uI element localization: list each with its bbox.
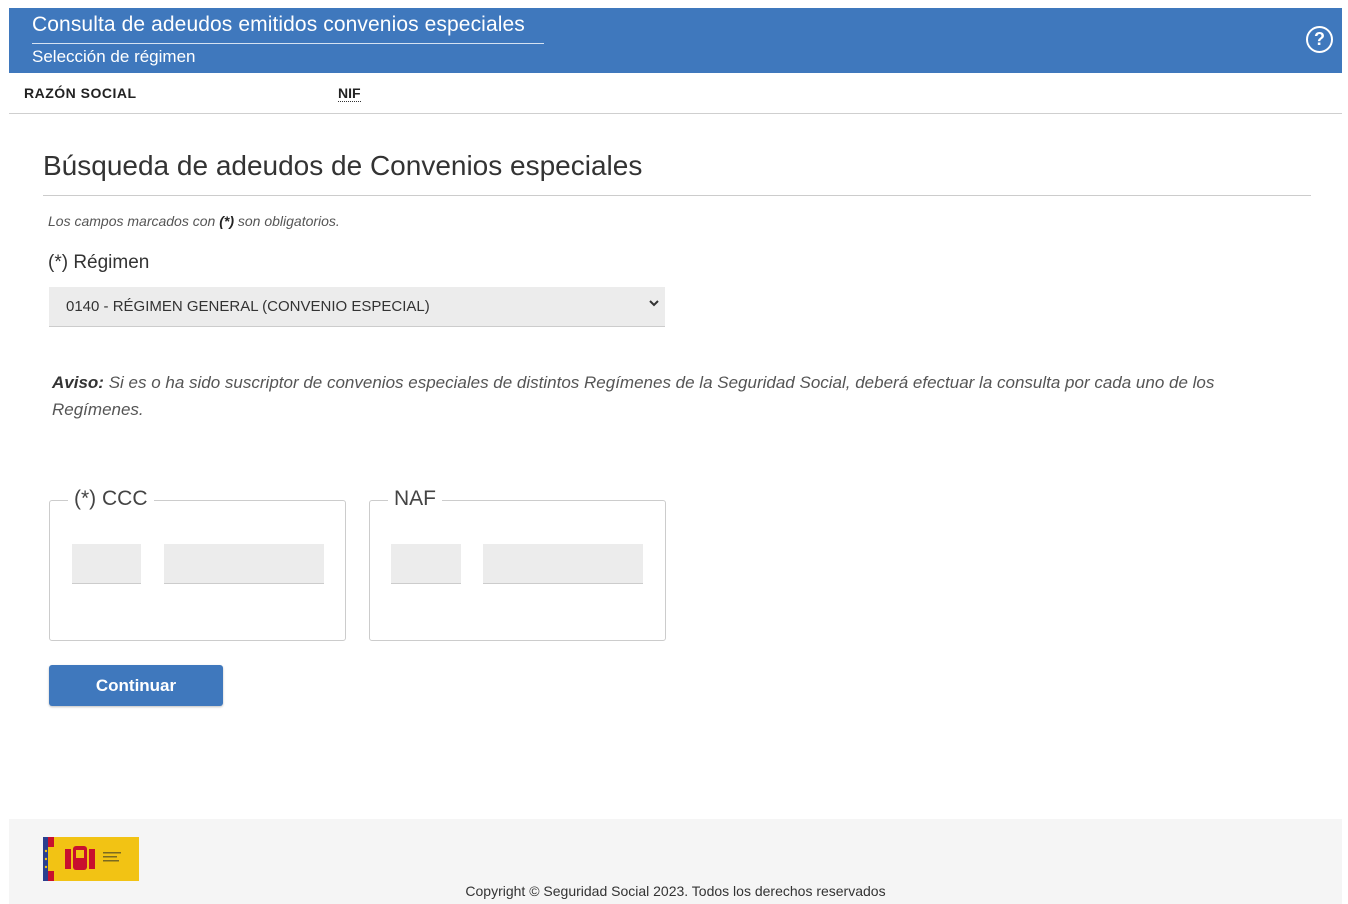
- page-footer: Copyright © Seguridad Social 2023. Todos…: [9, 819, 1342, 904]
- required-fields-note: Los campos marcados con (*) son obligato…: [48, 213, 340, 229]
- header-title: Consulta de adeudos emitidos convenios e…: [32, 13, 525, 36]
- header-divider: [32, 43, 544, 44]
- ccc-legend: (*) CCC: [68, 487, 154, 511]
- title-divider: [43, 195, 1311, 196]
- continue-button[interactable]: Continuar: [49, 665, 223, 706]
- help-button[interactable]: ?: [1306, 26, 1333, 53]
- gobierno-de-espana-logo: [43, 837, 139, 881]
- question-circle-icon: ?: [1314, 29, 1325, 49]
- chevron-down-icon: [649, 300, 659, 307]
- naf-legend: NAF: [388, 487, 442, 511]
- required-marker: (*): [219, 213, 234, 229]
- aviso-label: Aviso:: [52, 373, 104, 392]
- ccc-number-input[interactable]: [164, 544, 324, 584]
- regimen-select[interactable]: 0140 - RÉGIMEN GENERAL (CONVENIO ESPECIA…: [49, 287, 665, 327]
- regimen-selected-value: 0140 - RÉGIMEN GENERAL (CONVENIO ESPECIA…: [66, 298, 430, 315]
- ccc-fieldset: (*) CCC: [49, 487, 346, 641]
- naf-number-input[interactable]: [483, 544, 643, 584]
- header-subtitle: Selección de régimen: [32, 47, 196, 66]
- copyright-text: Copyright © Seguridad Social 2023. Todos…: [465, 883, 886, 899]
- naf-fieldset: NAF: [369, 487, 666, 641]
- page-title: Búsqueda de adeudos de Convenios especia…: [43, 150, 643, 181]
- company-info-bar: RAZÓN SOCIAL NIF: [9, 73, 1342, 114]
- razon-social-label: RAZÓN SOCIAL: [24, 85, 137, 101]
- nif-label: NIF: [338, 85, 361, 102]
- aviso-notice: Aviso: Si es o ha sido suscriptor de con…: [52, 369, 1282, 423]
- required-note-suffix: son obligatorios.: [233, 213, 340, 229]
- ccc-regime-input[interactable]: [72, 544, 141, 584]
- page-header: Consulta de adeudos emitidos convenios e…: [9, 8, 1342, 73]
- naf-province-input[interactable]: [391, 544, 461, 584]
- required-note-prefix: Los campos marcados con: [48, 213, 220, 229]
- aviso-text: Si es o ha sido suscriptor de convenios …: [52, 373, 1215, 419]
- regimen-label: (*) Régimen: [48, 252, 150, 273]
